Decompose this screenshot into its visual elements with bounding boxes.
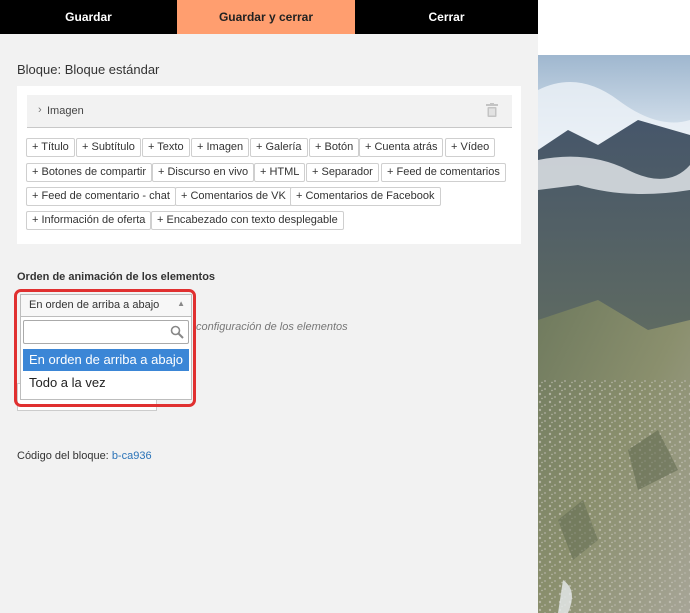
add-button-button[interactable]: + Botón (309, 138, 360, 157)
add-subtitle-button[interactable]: + Subtítulo (76, 138, 141, 157)
add-separator-button[interactable]: + Separador (306, 163, 379, 182)
add-share-buttons-button[interactable]: + Botones de compartir (26, 163, 153, 182)
add-offer-info-button[interactable]: + Información de oferta (26, 211, 152, 230)
landscape-photo (538, 0, 690, 613)
save-button[interactable]: Guardar (0, 0, 177, 34)
add-vk-comments-button[interactable]: + Comentarios de VK (175, 187, 292, 206)
dropdown-search-input[interactable] (23, 320, 189, 344)
option-top-to-bottom[interactable]: En orden de arriba a abajo (23, 349, 189, 371)
add-comments-feed-button[interactable]: + Feed de comentarios (381, 163, 506, 182)
save-and-close-button[interactable]: Guardar y cerrar (177, 0, 355, 34)
add-gallery-button[interactable]: + Galería (250, 138, 308, 157)
close-button[interactable]: Cerrar (355, 0, 538, 34)
add-collapsible-header-button[interactable]: + Encabezado con texto desplegable (151, 211, 344, 230)
add-image-button[interactable]: + Imagen (191, 138, 250, 157)
toolbar: Guardar Guardar y cerrar Cerrar (0, 0, 538, 34)
block-code-link[interactable]: b-ca936 (112, 450, 152, 462)
add-video-button[interactable]: + Vídeo (445, 138, 496, 157)
animation-order-label: Orden de animación de los elementos (17, 271, 216, 283)
trash-icon[interactable] (486, 103, 498, 117)
block-title: Bloque: Bloque estándar (17, 62, 160, 77)
photo-image (538, 0, 690, 613)
add-countdown-button[interactable]: + Cuenta atrás (359, 138, 444, 157)
add-live-speech-button[interactable]: + Discurso en vivo (152, 163, 255, 182)
block-code-label: Código del bloque: (17, 450, 109, 462)
caret-up-icon: ▲ (177, 299, 185, 308)
elements-settings-hint: configuración de los elementos (196, 321, 348, 333)
animation-order-selected-value: En orden de arriba a abajo (29, 299, 160, 311)
search-icon (170, 325, 184, 339)
add-chat-feed-button[interactable]: + Feed de comentario - chat (26, 187, 176, 206)
animation-order-select[interactable]: En orden de arriba a abajo ▲ (20, 294, 192, 316)
add-html-button[interactable]: + HTML (254, 163, 306, 182)
chevron-right-icon[interactable]: › (38, 104, 42, 116)
add-title-button[interactable]: + Título (26, 138, 75, 157)
add-text-button[interactable]: + Texto (142, 138, 190, 157)
image-element-row[interactable]: › Imagen (27, 95, 512, 128)
editor-panel: Guardar Guardar y cerrar Cerrar Bloque: … (0, 0, 538, 613)
image-element-label: Imagen (47, 105, 84, 117)
block-code: Código del bloque: b-ca936 (17, 450, 152, 462)
add-facebook-comments-button[interactable]: + Comentarios de Facebook (290, 187, 441, 206)
block-elements-card: › Imagen + Título + Subtítulo + Texto + … (17, 86, 521, 244)
option-all-at-once[interactable]: Todo a la vez (23, 372, 189, 394)
animation-order-dropdown: En orden de arriba a abajo Todo a la vez (20, 316, 192, 400)
